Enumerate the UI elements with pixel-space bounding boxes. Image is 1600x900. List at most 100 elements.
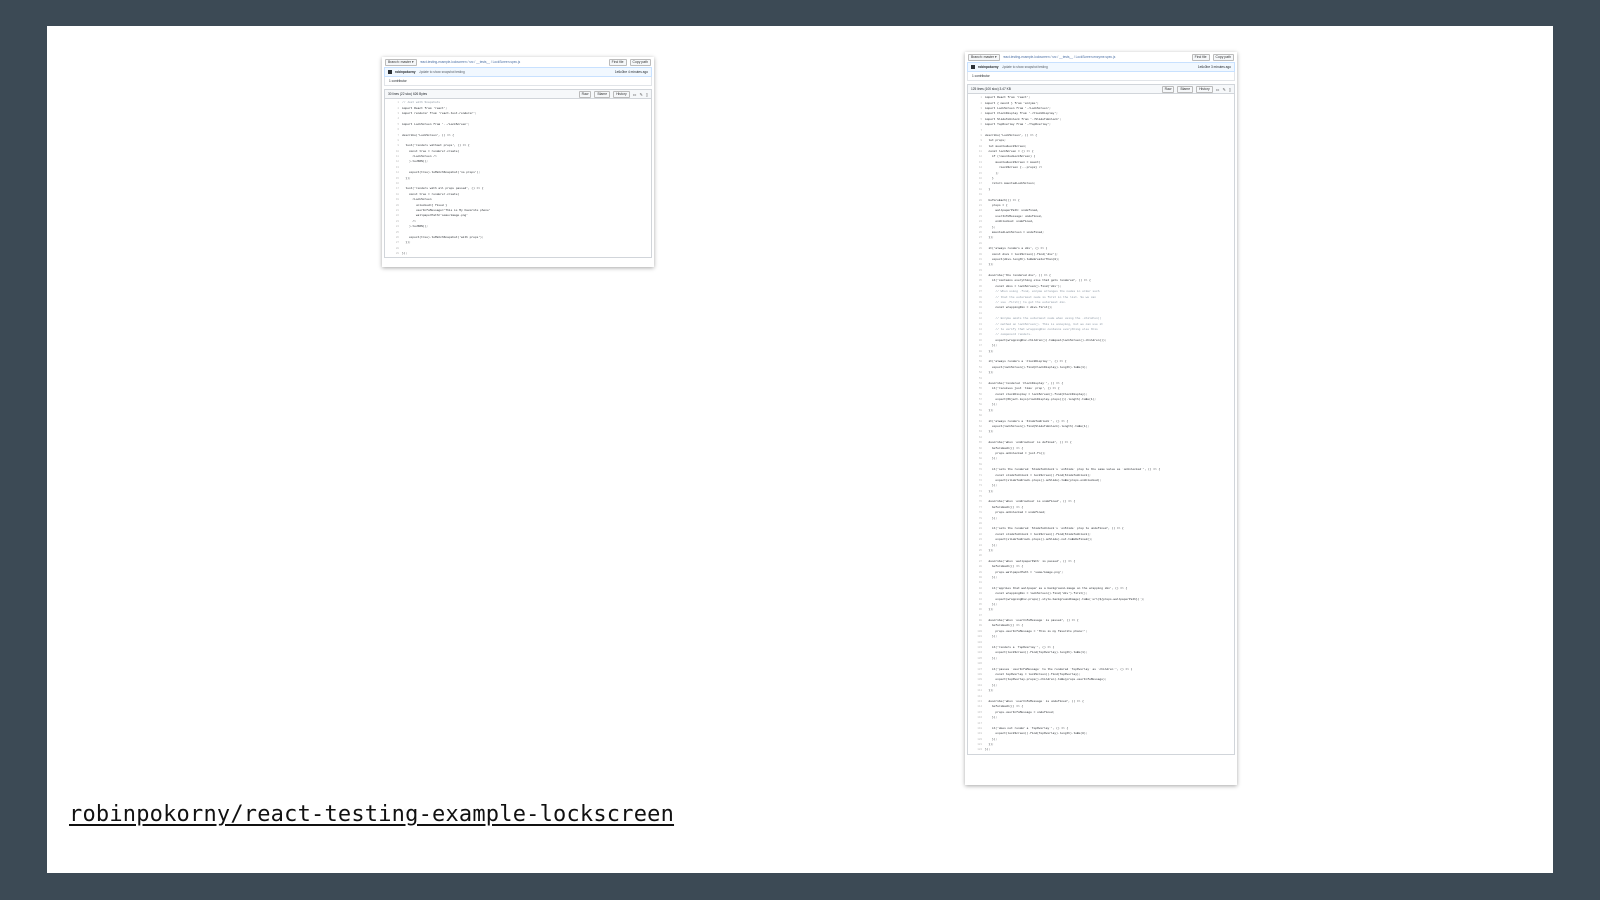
line-number[interactable]: 13 (385, 166, 402, 169)
line-number[interactable]: 36 (968, 285, 985, 288)
line-number[interactable]: 107 (968, 668, 985, 671)
pencil-icon[interactable]: ✎ (1222, 87, 1225, 92)
raw-button[interactable]: Raw (578, 90, 592, 98)
line-number[interactable]: 5 (968, 118, 985, 121)
line-number[interactable]: 120 (968, 738, 985, 741)
line-number[interactable]: 61 (968, 420, 985, 423)
line-number[interactable]: 113 (968, 700, 985, 703)
copy-path-button[interactable]: Copy path (1212, 53, 1234, 61)
line-number[interactable]: 84 (968, 544, 985, 547)
line-number[interactable]: 24 (968, 220, 985, 223)
line-number[interactable]: 81 (968, 527, 985, 530)
line-number[interactable]: 46 (968, 339, 985, 342)
line-number[interactable]: 94 (968, 598, 985, 601)
line-number[interactable]: 72 (968, 479, 985, 482)
line-number[interactable]: 2 (968, 102, 985, 105)
line-number[interactable]: 89 (968, 571, 985, 574)
line-number[interactable]: 103 (968, 646, 985, 649)
line-number[interactable]: 100 (968, 630, 985, 633)
line-number[interactable]: 68 (968, 457, 985, 460)
line-number[interactable]: 9 (385, 144, 402, 147)
line-number[interactable]: 71 (968, 474, 985, 477)
line-number[interactable]: 31 (968, 258, 985, 261)
line-number[interactable]: 18 (385, 193, 402, 196)
line-number[interactable]: 74 (968, 490, 985, 493)
trash-icon[interactable]: ▯ (1229, 87, 1231, 92)
line-number[interactable]: 69 (968, 463, 985, 466)
line-number[interactable]: 44 (968, 328, 985, 331)
contributors[interactable]: 1 contributor (384, 77, 652, 86)
line-number[interactable]: 83 (968, 538, 985, 541)
line-number[interactable]: 51 (968, 366, 985, 369)
line-number[interactable]: 87 (968, 560, 985, 563)
line-number[interactable]: 34 (968, 274, 985, 277)
line-number[interactable]: 76 (968, 500, 985, 503)
line-number[interactable]: 78 (968, 511, 985, 514)
line-number[interactable]: 104 (968, 651, 985, 654)
line-number[interactable]: 54 (968, 382, 985, 385)
line-number[interactable]: 19 (968, 193, 985, 196)
line-number[interactable]: 118 (968, 727, 985, 730)
line-number[interactable]: 95 (968, 603, 985, 606)
line-number[interactable]: 1 (385, 101, 402, 104)
line-number[interactable]: 80 (968, 522, 985, 525)
line-number[interactable]: 8 (968, 134, 985, 137)
line-number[interactable]: 45 (968, 333, 985, 336)
line-number[interactable]: 7 (968, 129, 985, 132)
line-number[interactable]: 19 (385, 198, 402, 201)
line-number[interactable]: 27 (968, 236, 985, 239)
branch-button[interactable]: Branch: master ▾ (385, 58, 417, 66)
line-number[interactable]: 91 (968, 581, 985, 584)
line-number[interactable]: 10 (385, 150, 402, 153)
line-number[interactable]: 22 (968, 209, 985, 212)
line-number[interactable]: 63 (968, 430, 985, 433)
line-number[interactable]: 11 (385, 155, 402, 158)
line-number[interactable]: 29 (968, 247, 985, 250)
line-number[interactable]: 33 (968, 269, 985, 272)
file-path[interactable]: react-testing-example-lockscreen / src /… (420, 60, 606, 64)
branch-button[interactable]: Branch: master ▾ (968, 53, 1000, 61)
line-number[interactable]: 90 (968, 576, 985, 579)
line-number[interactable]: 58 (968, 403, 985, 406)
line-number[interactable]: 109 (968, 678, 985, 681)
line-number[interactable]: 106 (968, 662, 985, 665)
line-number[interactable]: 15 (968, 172, 985, 175)
line-number[interactable]: 7 (385, 134, 402, 137)
line-number[interactable]: 4 (968, 112, 985, 115)
line-number[interactable]: 79 (968, 517, 985, 520)
line-number[interactable]: 10 (968, 145, 985, 148)
line-number[interactable]: 6 (385, 128, 402, 131)
line-number[interactable]: 30 (968, 253, 985, 256)
copy-path-button[interactable]: Copy path (629, 58, 651, 66)
line-number[interactable]: 22 (385, 214, 402, 217)
line-number[interactable]: 66 (968, 447, 985, 450)
desktop-icon[interactable]: ▭ (633, 92, 637, 97)
line-number[interactable]: 115 (968, 711, 985, 714)
history-button[interactable]: History (1196, 85, 1213, 93)
line-number[interactable]: 3 (968, 107, 985, 110)
line-number[interactable]: 49 (968, 355, 985, 358)
line-number[interactable]: 98 (968, 619, 985, 622)
line-number[interactable]: 17 (385, 187, 402, 190)
contributors[interactable]: 1 contributor (967, 72, 1235, 81)
line-number[interactable]: 26 (968, 231, 985, 234)
line-number[interactable]: 101 (968, 635, 985, 638)
commit-message[interactable]: Update to show snapshot testing (419, 70, 612, 74)
line-number[interactable]: 20 (385, 204, 402, 207)
line-number[interactable]: 112 (968, 695, 985, 698)
line-number[interactable]: 2 (385, 107, 402, 110)
line-number[interactable]: 17 (968, 182, 985, 185)
line-number[interactable]: 93 (968, 592, 985, 595)
line-number[interactable]: 121 (968, 743, 985, 746)
line-number[interactable]: 25 (968, 226, 985, 229)
line-number[interactable]: 108 (968, 673, 985, 676)
line-number[interactable]: 20 (968, 199, 985, 202)
line-number[interactable]: 6 (968, 123, 985, 126)
find-file-button[interactable]: Find file (608, 58, 627, 66)
line-number[interactable]: 24 (385, 225, 402, 228)
line-number[interactable]: 117 (968, 722, 985, 725)
line-number[interactable]: 50 (968, 360, 985, 363)
line-number[interactable]: 53 (968, 377, 985, 380)
line-number[interactable]: 18 (968, 188, 985, 191)
line-number[interactable]: 28 (968, 242, 985, 245)
